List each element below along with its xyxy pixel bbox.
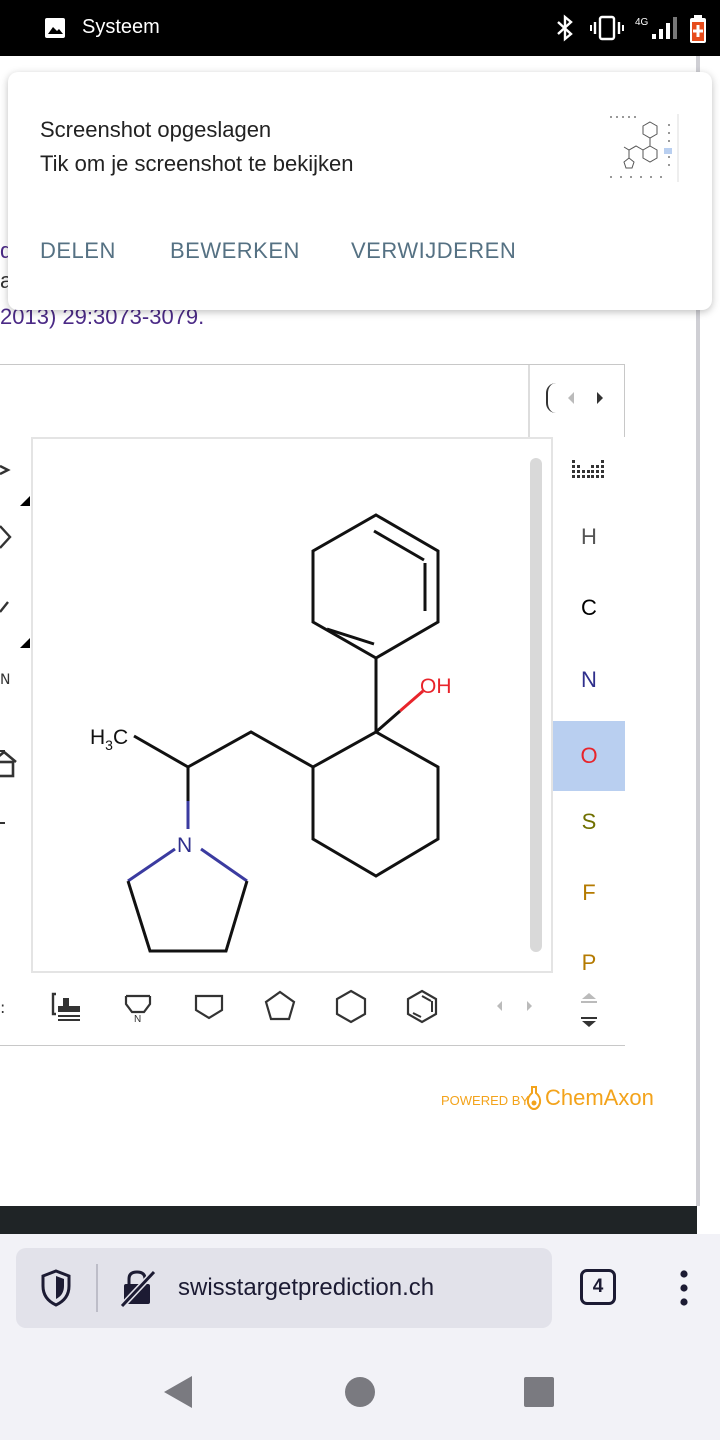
back-icon[interactable] [160, 1374, 196, 1410]
shape-toolbar-scroll-arrows[interactable] [492, 996, 540, 1016]
element-f[interactable]: F [553, 858, 625, 928]
share-button[interactable]: DELEN [40, 238, 116, 264]
battery-icon [690, 15, 706, 43]
vibrate-icon [590, 15, 624, 41]
pentagon-ring-icon[interactable] [262, 988, 298, 1024]
shape-toolbar-fragment[interactable]: : [0, 998, 5, 1017]
hexagon-ring-icon[interactable] [333, 988, 369, 1024]
insecure-lock-icon[interactable] [118, 1268, 158, 1308]
delete-button[interactable]: VERWIJDEREN [351, 238, 516, 264]
chemaxon-brand: ChemAxon [545, 1085, 654, 1110]
notification-title: Screenshot opgeslagen [40, 117, 272, 142]
pyrrolidine-ring [126, 880, 249, 953]
status-app-title: Systeem [82, 16, 160, 38]
element-c[interactable]: C [553, 573, 625, 643]
molecule-drawing: OH H3C N [90, 513, 452, 953]
status-bar: Systeem 4G [0, 0, 720, 56]
chemaxon-flask-icon [526, 1086, 542, 1111]
benzene-ring-icon[interactable] [404, 988, 440, 1024]
square-ring-icon[interactable] [191, 988, 227, 1024]
screenshot-notification[interactable] [8, 72, 712, 310]
element-scroll-arrows[interactable] [578, 990, 600, 1030]
methyl-label: H3C [90, 726, 128, 753]
recents-icon[interactable] [523, 1376, 555, 1408]
network-type: 4G [635, 17, 649, 28]
left-tool-fragment[interactable] [0, 822, 5, 824]
toolbar-overflow-edge [546, 383, 556, 413]
image-icon [45, 18, 65, 38]
pyrrolidine-template-icon[interactable]: N [120, 988, 156, 1024]
toolbar-scroll-arrows[interactable] [562, 388, 610, 408]
edit-button[interactable]: BEWERKEN [170, 238, 300, 264]
element-s[interactable]: S [553, 787, 625, 857]
element-n[interactable]: N [553, 645, 625, 715]
left-tool-fragment[interactable] [0, 750, 5, 752]
more-options-icon[interactable] [676, 1268, 692, 1308]
eraser-tool-icon[interactable] [0, 520, 30, 650]
editor-top-toolbar [0, 365, 550, 780]
powered-by-label: POWERED BY [441, 1093, 530, 1108]
home-button-icon[interactable] [342, 1374, 378, 1410]
tabs-count-button[interactable]: 4 [580, 1269, 616, 1305]
page-footer-strip [0, 1206, 697, 1234]
nitrogen-label: N [177, 834, 192, 857]
alkyl-chain [187, 730, 314, 769]
hydroxyl-label: OH [420, 675, 452, 698]
bluetooth-icon [557, 14, 573, 42]
toolbar-divider [528, 365, 530, 437]
address-bar-divider [96, 1264, 98, 1312]
element-p[interactable]: P [553, 928, 625, 998]
signal-icon [652, 17, 677, 39]
element-o[interactable]: O [553, 721, 625, 791]
shield-icon[interactable] [38, 1268, 74, 1308]
template-icon[interactable] [50, 988, 86, 1024]
left-tool-fragment[interactable]: N [0, 672, 10, 688]
element-h[interactable]: H [553, 502, 625, 572]
screenshot-thumbnail[interactable] [606, 112, 680, 184]
notification-text: Tik om je screenshot te bekijken [40, 151, 354, 176]
selection-tool-icon[interactable] [0, 448, 30, 508]
periodic-table-icon[interactable] [570, 457, 606, 479]
url-text[interactable]: swisstargetprediction.ch [178, 1274, 434, 1302]
benzene-ring [311, 513, 440, 660]
svg-text:N: N [134, 1014, 141, 1024]
cyclohexane-ring [311, 730, 440, 878]
canvas-scrollbar[interactable] [530, 458, 542, 952]
